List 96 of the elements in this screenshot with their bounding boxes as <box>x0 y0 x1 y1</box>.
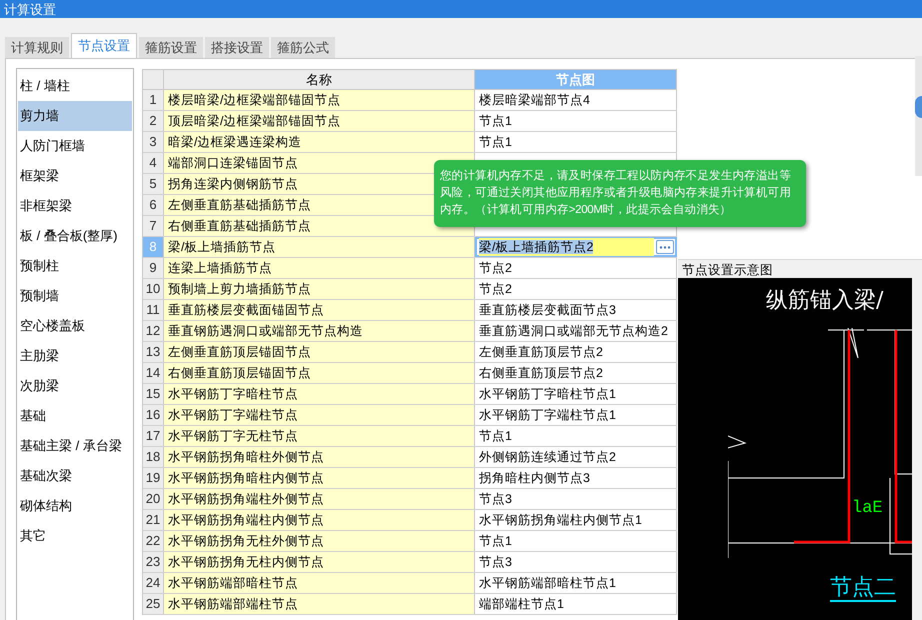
category-item[interactable]: 基础 <box>18 401 132 431</box>
table-cell: 水平钢筋拐角端柱内侧节点1 <box>475 510 677 530</box>
row-number: 17 <box>143 426 164 446</box>
row-number: 7 <box>143 216 164 236</box>
table-cell: 水平钢筋丁字暗柱节点1 <box>475 384 677 404</box>
category-item[interactable]: 柱 / 墙柱 <box>18 71 132 101</box>
row-number: 12 <box>143 321 164 341</box>
row-number: 1 <box>143 90 164 110</box>
row-number: 9 <box>143 258 164 278</box>
panel-title: 节点设置示意图 <box>681 262 774 278</box>
table-cell: 顶层暗梁/边框梁端部锚固节点 <box>164 111 475 131</box>
row-number: 13 <box>143 342 164 362</box>
table-cell: 水平钢筋拐角端柱内侧节点 <box>164 510 475 530</box>
row-number: 22 <box>143 531 164 551</box>
table-cell: 节点2 <box>475 258 677 278</box>
table-cell: 水平钢筋端部端柱节点 <box>164 594 475 614</box>
row-number: 6 <box>143 195 164 215</box>
category-item[interactable]: 预制墙 <box>18 281 132 311</box>
row-number: 2 <box>143 111 164 131</box>
table-cell: 左侧垂直筋顶层锚固节点 <box>164 342 475 362</box>
category-item[interactable]: 框架梁 <box>18 161 132 191</box>
column-header[interactable]: 名称 <box>164 70 475 89</box>
category-item[interactable]: 其它 <box>18 521 132 551</box>
tab[interactable]: 搭接设置 <box>205 37 269 58</box>
table-cell: 右侧垂直筋顶层节点2 <box>475 363 677 383</box>
table-cell: 水平钢筋丁字暗柱节点 <box>164 384 475 404</box>
table-cell: 楼层暗梁端部节点4 <box>475 90 677 110</box>
row-number: 8 <box>143 237 164 257</box>
table-cell: 水平钢筋丁字无柱节点 <box>164 426 475 446</box>
table-cell: 垂直筋楼层变截面节点3 <box>475 300 677 320</box>
table-cell: 右侧垂直筋基础插筋节点 <box>164 216 475 236</box>
category-item[interactable]: 非框架梁 <box>18 191 132 221</box>
row-number: 23 <box>143 552 164 572</box>
selected-text: 梁/板上墙插筋节点2 <box>479 238 654 256</box>
table-cell: 水平钢筋拐角无柱外侧节点 <box>164 531 475 551</box>
node-field[interactable]: 梁/板上墙插筋节点2 <box>475 237 677 257</box>
window-title: 计算设置 <box>4 2 56 16</box>
tab[interactable]: 箍筋设置 <box>139 37 203 58</box>
table-cell: 预制墙上剪力墙插筋节点 <box>164 279 475 299</box>
table-cell: 垂直钢筋遇洞口或端部无节点构造 <box>164 321 475 341</box>
category-item[interactable]: 人防门框墙 <box>18 131 132 161</box>
table-cell: 右侧垂直筋顶层锚固节点 <box>164 363 475 383</box>
row-number: 14 <box>143 363 164 383</box>
tab[interactable]: 计算规则 <box>5 37 69 58</box>
category-item[interactable]: 剪力墙 <box>18 101 132 131</box>
table-cell: 节点1 <box>475 426 677 446</box>
table-cell: 水平钢筋拐角暗柱内侧节点 <box>164 468 475 488</box>
table-cell: 节点1 <box>475 111 677 131</box>
table-cell: 垂直筋遇洞口或端部无节点构造2 <box>475 321 677 341</box>
category-item[interactable]: 基础主梁 / 承台梁 <box>18 431 132 461</box>
row-number: 20 <box>143 489 164 509</box>
category-item[interactable]: 预制柱 <box>18 251 132 281</box>
diagram-heading: 纵筋锚入梁/ <box>766 287 884 315</box>
row-number: 10 <box>143 279 164 299</box>
category-item[interactable]: 基础次梁 <box>18 461 132 491</box>
table-cell: 节点3 <box>475 552 677 572</box>
node-link[interactable]: 节点二 <box>830 576 896 602</box>
row-number: 19 <box>143 468 164 488</box>
row-number: 18 <box>143 447 164 467</box>
row-number: 15 <box>143 384 164 404</box>
tab[interactable]: 箍筋公式 <box>271 37 335 58</box>
category-item[interactable]: 次肋梁 <box>18 371 132 401</box>
table-cell: 水平钢筋丁字端柱节点1 <box>475 405 677 425</box>
table-cell: 拐角暗柱内侧节点3 <box>475 468 677 488</box>
category-item[interactable]: 主肋梁 <box>18 341 132 371</box>
table-cell: 水平钢筋拐角无柱内侧节点 <box>164 552 475 572</box>
table-cell: 左侧垂直筋顶层节点2 <box>475 342 677 362</box>
table-cell: 节点1 <box>475 531 677 551</box>
table-cell: 端部端柱节点1 <box>475 594 677 614</box>
category-item[interactable]: 板 / 叠合板(整厚) <box>18 221 132 251</box>
category-item[interactable]: 砌体结构 <box>18 491 132 521</box>
table-cell: 水平钢筋拐角暗柱外侧节点 <box>164 447 475 467</box>
table-cell: 节点1 <box>475 132 677 152</box>
row-number: 25 <box>143 594 164 614</box>
row-number: 3 <box>143 132 164 152</box>
row-number: 24 <box>143 573 164 593</box>
dimension-label: laE <box>852 500 883 517</box>
table-cell: 暗梁/边框梁遇连梁构造 <box>164 132 475 152</box>
table-cell: 垂直筋楼层变截面锚固节点 <box>164 300 475 320</box>
table-cell: 楼层暗梁/边框梁端部锚固节点 <box>164 90 475 110</box>
row-number: 4 <box>143 153 164 173</box>
row-number: 21 <box>143 510 164 530</box>
row-number: 11 <box>143 300 164 320</box>
table-cell: 外侧钢筋连续通过节点2 <box>475 447 677 467</box>
category-item[interactable]: 空心楼盖板 <box>18 311 132 341</box>
table-cell: 节点3 <box>475 489 677 509</box>
row-number: 16 <box>143 405 164 425</box>
table-cell: 水平钢筋丁字端柱节点 <box>164 405 475 425</box>
table-cell: 连梁上墙插筋节点 <box>164 258 475 278</box>
tab[interactable]: 节点设置 <box>71 33 137 58</box>
table-cell: 梁/板上墙插筋节点 <box>164 237 475 257</box>
table-cell: 水平钢筋端部暗柱节点1 <box>475 573 677 593</box>
table-cell: 节点2 <box>475 279 677 299</box>
row-number: 5 <box>143 174 164 194</box>
table-cell: 水平钢筋拐角端柱外侧节点 <box>164 489 475 509</box>
table-cell: 水平钢筋端部暗柱节点 <box>164 573 475 593</box>
